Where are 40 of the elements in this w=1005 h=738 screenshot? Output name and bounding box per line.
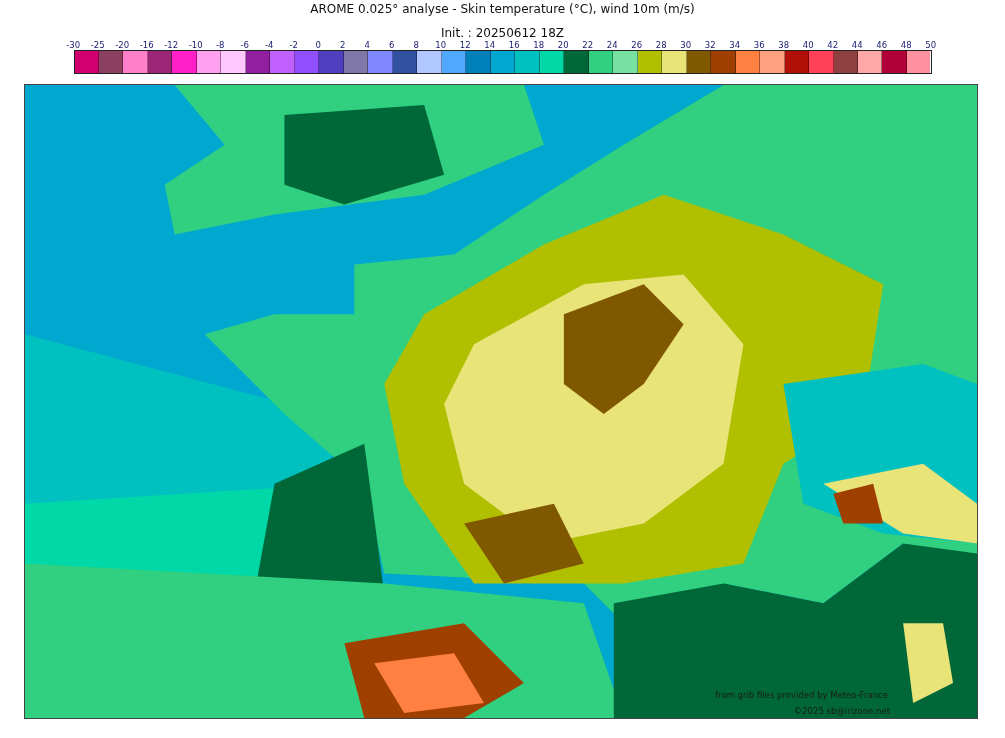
scale-tick-label: 42 (826, 40, 840, 51)
scale-tick-label: 36 (752, 40, 766, 51)
scale-tick-label: 6 (388, 40, 396, 51)
scale-tick-label: -25 (89, 40, 106, 51)
scale-tick-label: 38 (777, 40, 791, 51)
scale-tick-label: -2 (288, 40, 299, 51)
scale-tick-label: 10 (434, 40, 448, 51)
scale-tick-label: 30 (679, 40, 693, 51)
scale-tick-label: 48 (899, 40, 913, 51)
scale-tick-label: 24 (605, 40, 619, 51)
scale-tick-label: 2 (339, 40, 347, 51)
scale-tick-label: 16 (507, 40, 521, 51)
scale-tick-label: -8 (215, 40, 226, 51)
scale-tick-label: 34 (728, 40, 742, 51)
scale-tick-label: 4 (363, 40, 371, 51)
scale-tick-label: -10 (187, 40, 204, 51)
scale-tick-label: -4 (264, 40, 275, 51)
scale-tick-label: 20 (556, 40, 570, 51)
scale-tick-label: 8 (412, 40, 420, 51)
scale-tick-label: 0 (314, 40, 322, 51)
credit-text: ©2025 sb@irizone.net (793, 705, 890, 717)
scale-tick-label: 22 (581, 40, 595, 51)
scale-tick-label: 12 (458, 40, 472, 51)
scale-tick-label: -6 (239, 40, 250, 51)
scale-tick-label: 26 (630, 40, 644, 51)
scale-tick-label: 46 (875, 40, 889, 51)
scale-tick-label: -20 (114, 40, 131, 51)
scale-tick-label: -12 (163, 40, 180, 51)
scale-tick-label: -16 (138, 40, 155, 51)
scale-tick-label: 18 (532, 40, 546, 51)
scale-tick-label: 44 (850, 40, 864, 51)
scale-tick-label: 14 (483, 40, 497, 51)
chart-title: AROME 0.025° analyse - Skin temperature (°C), wind 10m (m/s) (310, 1, 695, 18)
init-time: Init. : 20250612 18Z (440, 25, 565, 41)
scale-tick-label: 28 (654, 40, 668, 51)
scale-tick-label: 40 (801, 40, 815, 51)
credit-text: from grib files provided by Meteo-France (715, 689, 888, 701)
scale-tick-label: 50 (924, 40, 938, 51)
scale-tick-label: 32 (703, 40, 717, 51)
scale-tick-label: -30 (65, 40, 82, 51)
